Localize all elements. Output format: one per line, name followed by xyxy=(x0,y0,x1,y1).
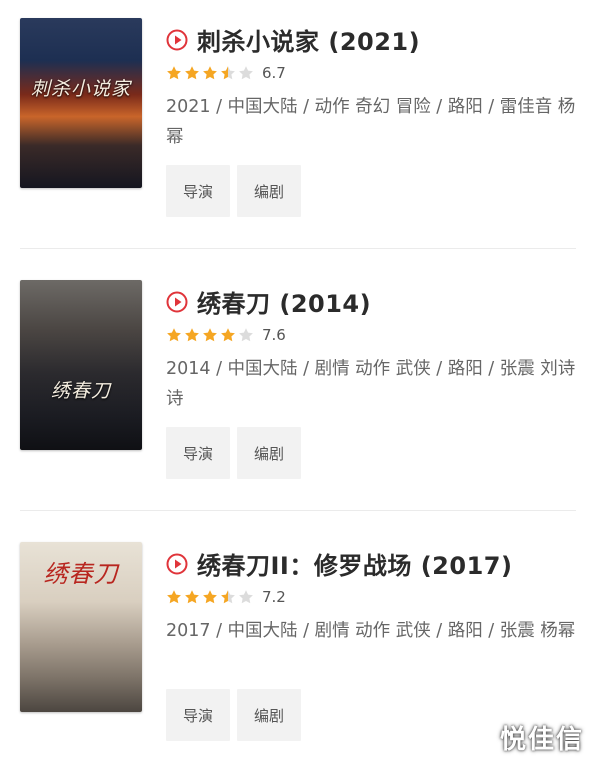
movie-title[interactable]: 刺杀小说家 (2021) xyxy=(197,22,420,57)
play-icon[interactable] xyxy=(166,553,188,575)
poster-image[interactable]: 刺杀小说家 xyxy=(20,18,142,188)
poster-title: 绣春刀 xyxy=(50,380,111,402)
director-button[interactable]: 导演 xyxy=(166,165,230,217)
director-button[interactable]: 导演 xyxy=(166,427,230,479)
star-icon xyxy=(221,590,235,604)
star-icon xyxy=(167,328,181,342)
writer-button[interactable]: 编剧 xyxy=(237,165,301,217)
movie-title[interactable]: 绣春刀 (2014) xyxy=(197,284,371,319)
star-icon xyxy=(203,328,217,342)
rating-stars xyxy=(166,327,256,343)
rating-score: 7.6 xyxy=(262,326,286,344)
star-icon xyxy=(167,590,181,604)
movie-meta: 2017 / 中国大陆 / 剧情 动作 武侠 / 路阳 / 张震 杨幂 xyxy=(166,621,576,641)
poster-title: 刺杀小说家 xyxy=(30,78,131,100)
star-icon xyxy=(239,66,253,80)
movie-meta: 2021 / 中国大陆 / 动作 奇幻 冒险 / 路阳 / 雷佳音 杨幂 xyxy=(166,97,576,147)
play-icon[interactable] xyxy=(166,29,188,51)
writer-button[interactable]: 编剧 xyxy=(237,427,301,479)
writer-button[interactable]: 编剧 xyxy=(237,689,301,741)
director-button[interactable]: 导演 xyxy=(166,689,230,741)
list-item[interactable]: 绣春刀 绣春刀 (2014) 7.6 2014 / 中国大陆 / 剧情 动作 武… xyxy=(0,262,594,522)
divider xyxy=(20,248,576,249)
divider xyxy=(20,510,576,511)
play-icon[interactable] xyxy=(166,291,188,313)
poster-title: 绣春刀 xyxy=(43,560,119,588)
star-icon xyxy=(185,66,199,80)
star-icon xyxy=(167,66,181,80)
star-icon xyxy=(185,328,199,342)
rating-stars xyxy=(166,65,256,81)
rating-score: 6.7 xyxy=(262,64,286,82)
star-icon xyxy=(239,328,253,342)
star-icon xyxy=(185,590,199,604)
star-icon xyxy=(239,590,253,604)
star-icon xyxy=(203,590,217,604)
list-item[interactable]: 刺杀小说家 刺杀小说家 (2021) 6.7 2021 / 中国大陆 / 动作 … xyxy=(0,0,594,260)
star-icon xyxy=(203,66,217,80)
watermark-text: 悦佳信 xyxy=(499,725,584,755)
poster-image[interactable]: 绣春刀 xyxy=(20,280,142,450)
star-icon xyxy=(221,328,235,342)
movie-meta: 2014 / 中国大陆 / 剧情 动作 武侠 / 路阳 / 张震 刘诗诗 xyxy=(166,359,576,409)
movie-title[interactable]: 绣春刀II：修罗战场 (2017) xyxy=(197,546,512,581)
star-icon xyxy=(221,66,235,80)
rating-score: 7.2 xyxy=(262,588,286,606)
poster-image[interactable]: 绣春刀 xyxy=(20,542,142,712)
rating-stars xyxy=(166,589,256,605)
